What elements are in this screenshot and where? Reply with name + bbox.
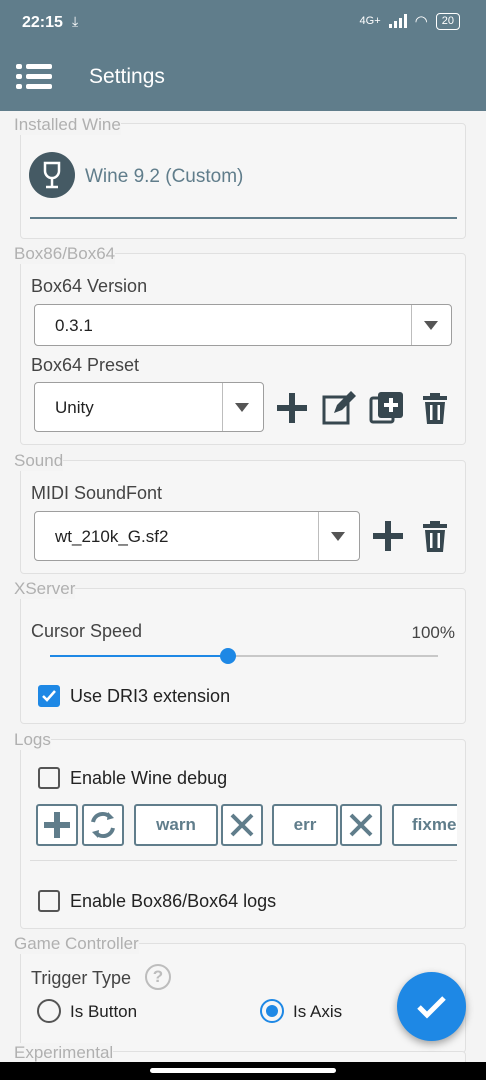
xserver-title: XServer <box>14 579 76 599</box>
wine-debug-label: Enable Wine debug <box>70 768 228 788</box>
trash-icon <box>423 521 447 552</box>
sound-section: MIDI SoundFont wt_210k_G.sf2 <box>20 460 466 574</box>
help-icon[interactable]: ? <box>145 964 171 990</box>
channel-chip-warn[interactable]: warn <box>134 804 218 846</box>
chevron-down-icon <box>235 403 249 412</box>
sync-icon <box>91 811 115 839</box>
box-logs-label: Enable Box86/Box64 logs <box>70 891 277 911</box>
app-bar: Settings <box>0 44 486 111</box>
is-axis-label: Is Axis <box>293 1002 343 1021</box>
wine-version-value[interactable]: Wine 9.2 (Custom) <box>85 166 243 188</box>
status-bar: 22:15 ⤓ 4G+ ◠ 20 <box>0 0 486 44</box>
trigger-type-label: Trigger Type <box>31 968 132 988</box>
battery-icon: 20 <box>435 12 460 30</box>
wifi-icon: ◠ <box>414 13 428 30</box>
box64-preset-value: Unity <box>55 398 94 417</box>
dri3-label: Use DRI3 extension <box>70 686 231 706</box>
soundfont-label: MIDI SoundFont <box>31 483 163 503</box>
box64-preset-label: Box64 Preset <box>31 355 140 375</box>
home-indicator[interactable] <box>150 1068 336 1073</box>
delete-soundfont-button[interactable] <box>417 518 453 554</box>
add-soundfont-button[interactable] <box>370 518 406 554</box>
confirm-button[interactable] <box>397 972 466 1041</box>
close-icon <box>230 813 254 837</box>
controller-title: Game Controller <box>14 934 139 954</box>
remove-warn-button[interactable] <box>221 804 263 846</box>
box86-title: Box86/Box64 <box>14 244 116 264</box>
wine-glass-icon <box>29 152 75 198</box>
box-logs-checkbox[interactable] <box>38 890 60 912</box>
delete-preset-button[interactable] <box>417 390 453 426</box>
logs-title: Logs <box>14 730 51 750</box>
radio-is-axis[interactable] <box>260 999 284 1023</box>
radio-is-button[interactable] <box>37 999 61 1023</box>
trash-icon <box>423 393 447 424</box>
channel-chip-err[interactable]: err <box>272 804 338 846</box>
duplicate-preset-button[interactable] <box>369 390 405 426</box>
logs-section: Enable Wine debug warn err fixme Enable … <box>20 739 466 929</box>
close-icon <box>349 813 373 837</box>
channel-chip-fixme[interactable]: fixme <box>392 804 457 846</box>
installed-wine-section: Wine 9.2 (Custom) <box>20 123 466 239</box>
network-type: 4G+ <box>359 15 381 27</box>
page-title: Settings <box>89 65 165 88</box>
status-time: 22:15 <box>22 14 63 31</box>
edit-preset-button[interactable] <box>321 390 357 426</box>
cursor-speed-value: 100% <box>411 623 455 642</box>
soundfont-value: wt_210k_G.sf2 <box>55 527 169 546</box>
cursor-speed-label: Cursor Speed <box>31 621 143 641</box>
edit-icon <box>322 391 356 425</box>
slider-fill <box>50 655 228 657</box>
wine-underline <box>30 217 457 219</box>
plus-icon <box>277 393 307 423</box>
copy-icon <box>369 392 403 424</box>
slider-thumb[interactable] <box>220 648 236 664</box>
cursor-speed-slider[interactable] <box>50 646 438 666</box>
installed-wine-title: Installed Wine <box>14 115 121 135</box>
dri3-checkbox[interactable] <box>38 685 60 707</box>
box64-version-value: 0.3.1 <box>55 316 93 335</box>
signal-icon <box>388 14 407 28</box>
box64-version-label: Box64 Version <box>31 276 148 296</box>
add-channel-button[interactable] <box>36 804 78 846</box>
box86-section: Box64 Version 0.3.1 Box64 Preset Unity <box>20 253 466 445</box>
channel-scroll-clip: fixme <box>392 804 457 846</box>
soundfont-select[interactable]: wt_210k_G.sf2 <box>34 511 360 561</box>
plus-icon <box>44 812 70 838</box>
chevron-down-icon <box>424 321 438 330</box>
wine-debug-checkbox[interactable] <box>38 767 60 789</box>
settings-content[interactable]: Wine 9.2 (Custom) Installed Wine Box64 V… <box>0 111 486 1063</box>
is-button-label: Is Button <box>70 1002 138 1021</box>
logs-divider <box>30 860 457 861</box>
experimental-title: Experimental <box>14 1043 114 1063</box>
box64-preset-select[interactable]: Unity <box>34 382 264 432</box>
add-preset-button[interactable] <box>274 390 310 426</box>
plus-icon <box>373 521 403 551</box>
remove-err-button[interactable] <box>340 804 382 846</box>
menu-icon[interactable] <box>16 62 52 92</box>
reset-channels-button[interactable] <box>82 804 124 846</box>
chevron-down-icon <box>331 532 345 541</box>
sound-title: Sound <box>14 451 64 471</box>
check-icon <box>42 690 56 702</box>
xserver-section: Cursor Speed 100% Use DRI3 extension <box>20 588 466 724</box>
status-icons: 4G+ ◠ 20 <box>360 12 460 30</box>
battery-level: 20 <box>441 14 454 27</box>
navigation-bar <box>0 1062 486 1080</box>
download-icon: ⤓ <box>72 13 79 29</box>
check-icon <box>417 996 446 1019</box>
box64-version-select[interactable]: 0.3.1 <box>34 304 452 346</box>
